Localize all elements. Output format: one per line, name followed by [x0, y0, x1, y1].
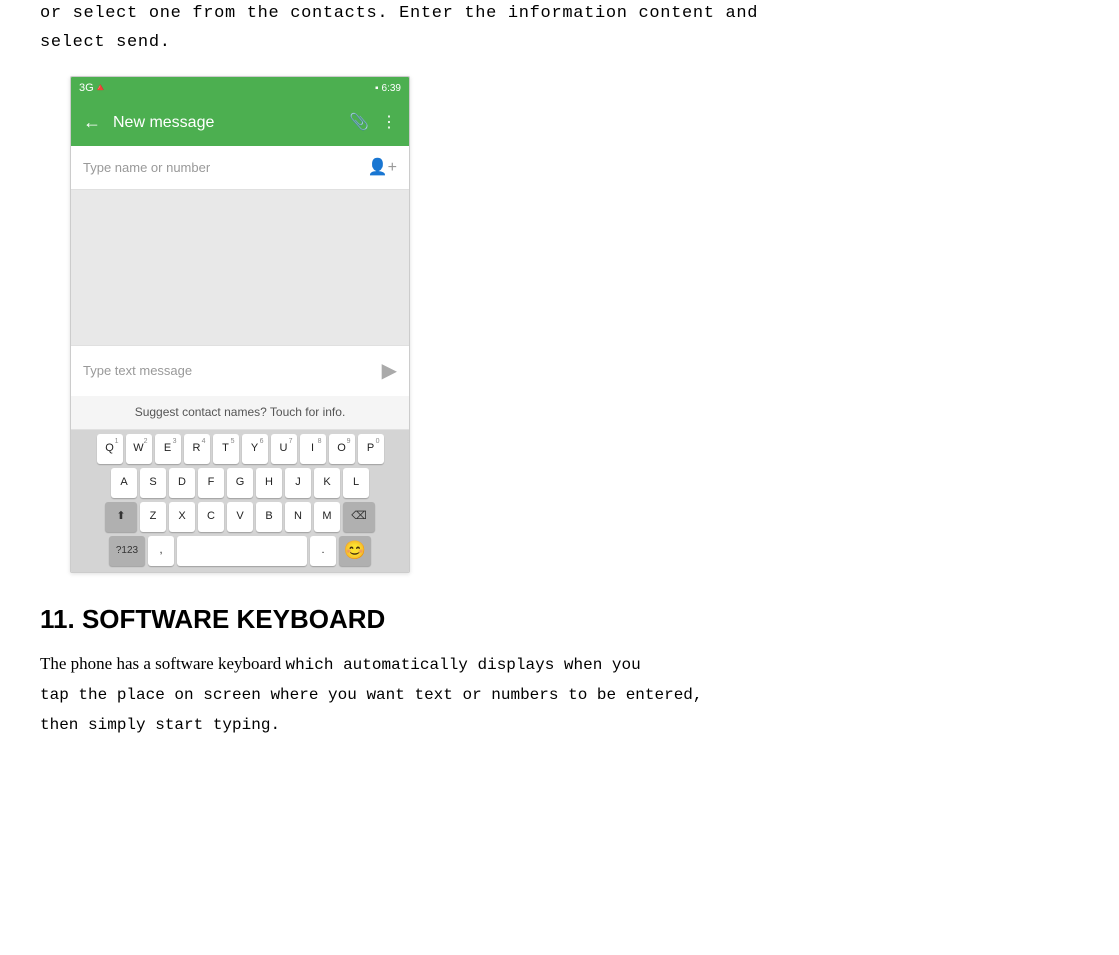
body-text-part1: The phone has a software keyboard which … — [40, 654, 641, 673]
text-input-placeholder: Type text message — [83, 360, 192, 382]
back-button[interactable]: ← — [83, 107, 101, 138]
key-i[interactable]: 8I — [300, 434, 326, 464]
suggestion-text: Suggest contact names? Touch for info. — [135, 405, 346, 419]
key-e[interactable]: 3E — [155, 434, 181, 464]
send-icon[interactable]: ▶ — [382, 354, 397, 388]
numeric-key[interactable]: ?123 — [109, 536, 145, 566]
section-heading: 11. SOFTWARE KEYBOARD — [40, 597, 1079, 641]
status-bar: 3G🔺 ▪ 6:39 — [71, 77, 409, 100]
key-x[interactable]: X — [169, 502, 195, 532]
battery-icon: ▪ — [375, 80, 379, 97]
key-h[interactable]: H — [256, 468, 282, 498]
key-o[interactable]: 9O — [329, 434, 355, 464]
key-b[interactable]: B — [256, 502, 282, 532]
key-q[interactable]: 1Q — [97, 434, 123, 464]
key-v[interactable]: V — [227, 502, 253, 532]
keyboard-row-2: A S D F G H J K L — [73, 468, 407, 498]
key-t[interactable]: 5T — [213, 434, 239, 464]
body-text-mono1: which automatically displays when you — [285, 656, 640, 674]
app-header: ← New message 📎 ⋮ — [71, 99, 409, 146]
key-p[interactable]: 0P — [358, 434, 384, 464]
key-d[interactable]: D — [169, 468, 195, 498]
body-paragraph: The phone has a software keyboard which … — [40, 649, 1079, 739]
emoji-key[interactable]: 😊 — [339, 536, 371, 566]
space-key[interactable] — [177, 536, 307, 566]
key-z[interactable]: Z — [140, 502, 166, 532]
comma-key[interactable]: , — [148, 536, 174, 566]
to-field[interactable]: Type name or number 👤+ — [71, 146, 409, 190]
message-compose-area[interactable] — [71, 190, 409, 345]
section-number: 11. — [40, 604, 75, 634]
key-g[interactable]: G — [227, 468, 253, 498]
intro-line1: or select one from the contacts. Enter t… — [40, 4, 758, 23]
header-title: New message — [113, 109, 214, 136]
body-text-mono2: tap the place on screen where you want t… — [40, 686, 703, 704]
key-f[interactable]: F — [198, 468, 224, 498]
to-field-placeholder: Type name or number — [83, 157, 210, 179]
more-options-icon[interactable]: ⋮ — [381, 109, 397, 136]
add-contact-icon[interactable]: 👤+ — [368, 154, 397, 181]
section-title: SOFTWARE KEYBOARD — [82, 604, 385, 634]
key-r[interactable]: 4R — [184, 434, 210, 464]
key-m[interactable]: M — [314, 502, 340, 532]
key-n[interactable]: N — [285, 502, 311, 532]
intro-line2: select send. — [40, 33, 171, 52]
header-icons: 📎 ⋮ — [349, 109, 397, 136]
keyboard-row-3: ⬆ Z X C V B N M ⌫ — [73, 502, 407, 532]
intro-paragraph: or select one from the contacts. Enter t… — [40, 0, 1079, 58]
phone-screenshot: 3G🔺 ▪ 6:39 ← New message 📎 ⋮ Type name o… — [70, 76, 410, 573]
key-c[interactable]: C — [198, 502, 224, 532]
keyboard-row-1: 1Q 2W 3E 4R 5T 6Y 7U 8I 9O 0P — [73, 434, 407, 464]
key-a[interactable]: A — [111, 468, 137, 498]
key-k[interactable]: K — [314, 468, 340, 498]
key-s[interactable]: S — [140, 468, 166, 498]
key-w[interactable]: 2W — [126, 434, 152, 464]
network-indicator: 3G🔺 — [79, 79, 107, 98]
key-j[interactable]: J — [285, 468, 311, 498]
delete-key[interactable]: ⌫ — [343, 502, 375, 532]
shift-key[interactable]: ⬆ — [105, 502, 137, 532]
time-display: 6:39 — [382, 80, 401, 97]
key-u[interactable]: 7U — [271, 434, 297, 464]
attachment-icon[interactable]: 📎 — [349, 109, 369, 136]
suggestion-bar[interactable]: Suggest contact names? Touch for info. — [71, 396, 409, 429]
header-left: ← New message — [83, 107, 214, 138]
text-input-bar[interactable]: Type text message ▶ — [71, 345, 409, 396]
body-text-mono3: then simply start typing. — [40, 716, 280, 734]
software-keyboard: 1Q 2W 3E 4R 5T 6Y 7U 8I 9O 0P A S D F G … — [71, 430, 409, 572]
period-key[interactable]: . — [310, 536, 336, 566]
status-icons: ▪ 6:39 — [375, 80, 401, 97]
key-y[interactable]: 6Y — [242, 434, 268, 464]
key-l[interactable]: L — [343, 468, 369, 498]
keyboard-row-4: ?123 , . 😊 — [73, 536, 407, 566]
